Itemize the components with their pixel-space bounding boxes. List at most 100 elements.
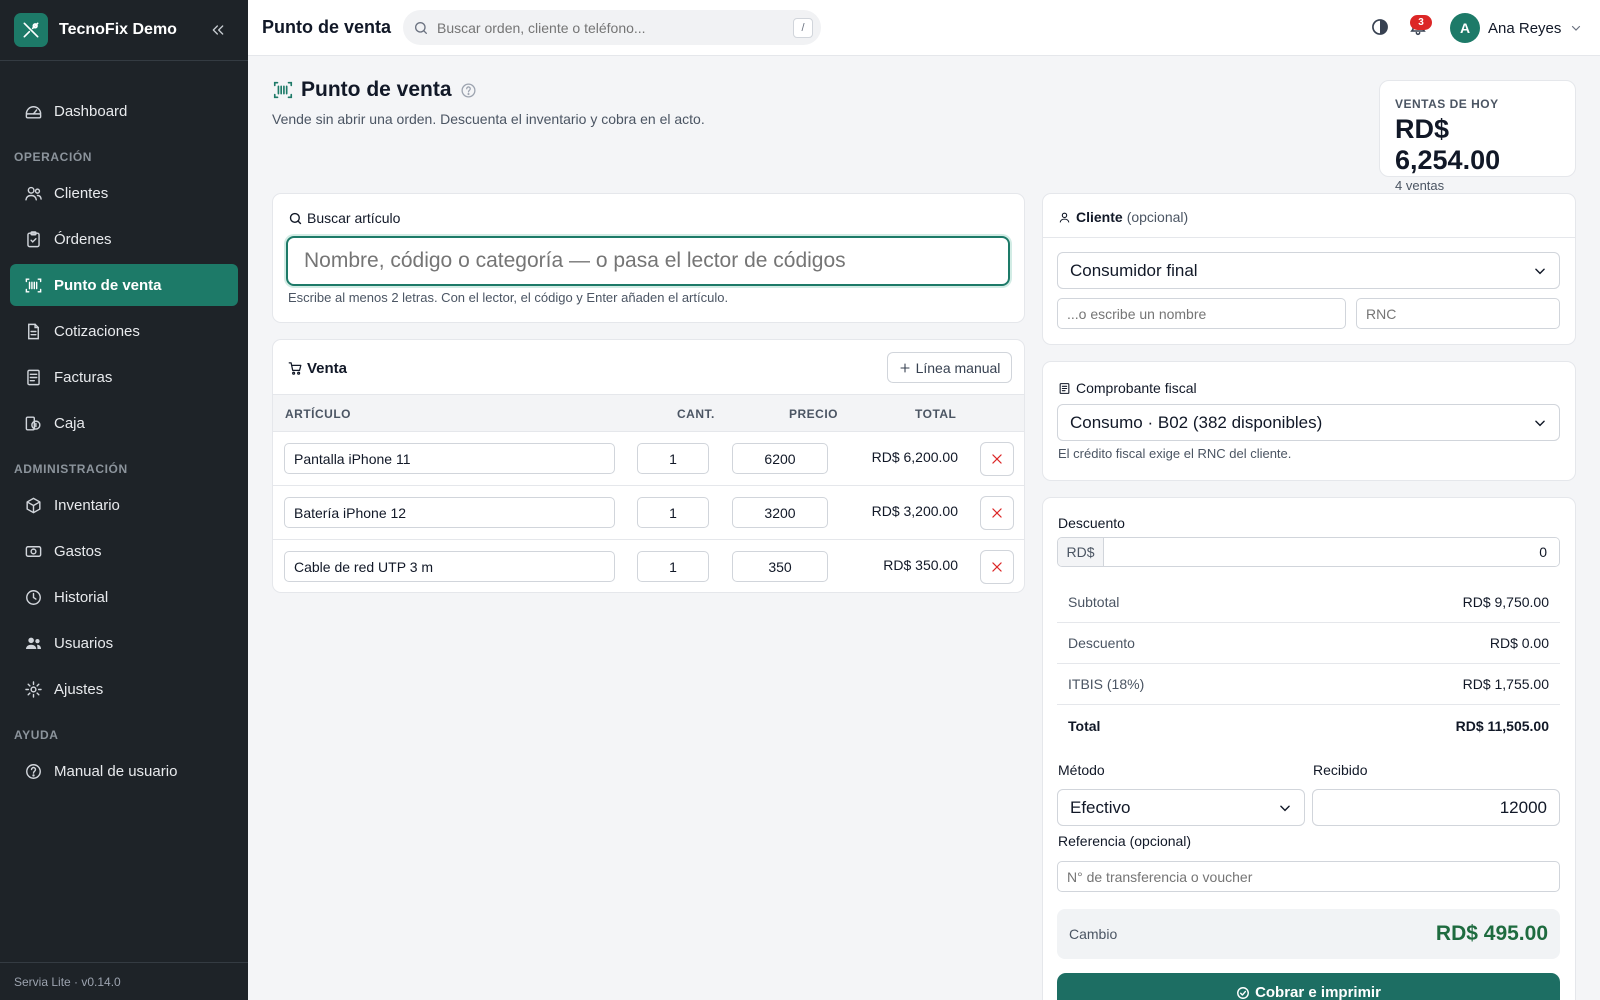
payment-card: Descuento RD$ Subtotal RD$ 9,750.00 Desc… (1042, 497, 1576, 1000)
sidebar-item-label: Manual de usuario (54, 762, 178, 780)
kpi-value: RD$ 6,254.00 (1395, 114, 1501, 175)
sidebar-item-caja[interactable]: Caja (10, 402, 238, 444)
add-manual-line-button[interactable]: Línea manual (887, 352, 1012, 383)
charge-and-print-label: Cobrar e imprimir (1255, 984, 1381, 1000)
clipboard-icon (23, 229, 43, 249)
client-select[interactable]: Consumidor final (1057, 252, 1560, 289)
sidebar-item-cotizaciones[interactable]: Cotizaciones (10, 310, 238, 352)
sale-header: Venta (288, 360, 347, 377)
client-card: Cliente (opcional) Consumidor final (1042, 193, 1576, 345)
sidebar-item-historial[interactable]: Historial (10, 576, 238, 618)
shortcut-hint: / (793, 18, 813, 38)
global-search[interactable]: / (403, 10, 821, 45)
search-icon (413, 20, 429, 36)
payment-method-select[interactable]: Efectivo (1057, 789, 1305, 826)
section-title-administracion: ADMINISTRACIÓN (14, 462, 128, 476)
banknote-icon (23, 541, 43, 561)
page-title: Punto de venta (301, 78, 452, 101)
users-icon (23, 183, 43, 203)
sale-card: Venta Línea manual ARTÍCULO CANT. PRECIO… (272, 339, 1025, 593)
user-menu[interactable]: A Ana Reyes (1450, 12, 1582, 44)
item-name-input[interactable] (284, 497, 615, 528)
collapse-sidebar-icon[interactable] (208, 20, 228, 40)
quantity-input[interactable] (637, 551, 709, 582)
close-icon (992, 562, 1002, 572)
document-icon (23, 321, 43, 341)
quantity-input[interactable] (637, 443, 709, 474)
reference-label: Referencia (opcional) (1058, 833, 1192, 849)
sidebar-item-manual[interactable]: Manual de usuario (10, 750, 238, 792)
fiscal-voucher-select[interactable]: Consumo · B02 (382 disponibles) (1057, 404, 1560, 441)
sidebar-item-label: Punto de venta (54, 276, 162, 294)
fiscal-hint: El crédito fiscal exige el RNC del clien… (1058, 446, 1292, 461)
sidebar-item-ordenes[interactable]: Órdenes (10, 218, 238, 260)
quantity-input[interactable] (637, 497, 709, 528)
sidebar-item-gastos[interactable]: Gastos (10, 530, 238, 572)
close-icon (992, 508, 1002, 518)
discount-field[interactable]: RD$ (1057, 537, 1560, 567)
sidebar-item-inventario[interactable]: Inventario (10, 484, 238, 526)
search-icon (288, 211, 303, 226)
article-search-field[interactable] (286, 236, 1010, 286)
section-title-operacion: OPERACIÓN (14, 150, 93, 164)
brand[interactable]: TecnoFix Demo (14, 13, 177, 47)
sidebar-item-label: Historial (54, 588, 109, 606)
check-circle-icon (1236, 986, 1250, 1000)
help-circle-icon (23, 761, 43, 781)
tax-value: RD$ 1,755.00 (1462, 676, 1549, 692)
charge-and-print-button[interactable]: Cobrar e imprimir (1057, 973, 1560, 1000)
sidebar-item-clientes[interactable]: Clientes (10, 172, 238, 214)
price-input[interactable] (732, 443, 828, 474)
summary-row-tax: ITBIS (18%) RD$ 1,755.00 (1057, 664, 1560, 705)
sale-table-header: ARTÍCULO CANT. PRECIO TOTAL (273, 394, 1024, 432)
user-icon (1058, 211, 1071, 224)
notification-badge: 3 (1410, 15, 1432, 30)
theme-toggle-icon[interactable] (1370, 17, 1390, 37)
price-input[interactable] (732, 497, 828, 528)
article-search-input[interactable] (304, 249, 1008, 273)
total-label: Total (1068, 717, 1101, 734)
currency-prefix: RD$ (1058, 538, 1104, 566)
avatar: A (1450, 13, 1480, 43)
article-search-label: Buscar artículo (288, 210, 400, 226)
totals-summary: Subtotal RD$ 9,750.00 Descuento RD$ 0.00… (1057, 582, 1560, 746)
sidebar-item-usuarios[interactable]: Usuarios (10, 622, 238, 664)
dashboard-icon (23, 101, 43, 121)
sidebar: TecnoFix Demo Dashboard OPERACIÓN Client… (0, 0, 248, 1000)
brand-name: TecnoFix Demo (59, 21, 177, 38)
sidebar-item-facturas[interactable]: Facturas (10, 356, 238, 398)
barcode-icon (23, 275, 43, 295)
received-amount-input[interactable] (1312, 789, 1560, 826)
fiscal-select-value: Consumo · B02 (382 disponibles) (1070, 412, 1323, 432)
price-input[interactable] (732, 551, 828, 582)
sidebar-item-ajustes[interactable]: Ajustes (10, 668, 238, 710)
subtotal-value: RD$ 9,750.00 (1462, 594, 1549, 610)
divider (1043, 237, 1575, 238)
add-manual-line-label: Línea manual (915, 359, 1001, 376)
fiscal-voucher-card: Comprobante fiscal Consumo · B02 (382 di… (1042, 361, 1576, 481)
item-name-input[interactable] (284, 551, 615, 582)
discount-input[interactable] (1104, 538, 1559, 566)
divider (0, 60, 248, 61)
client-select-value: Consumidor final (1070, 260, 1198, 280)
sidebar-item-label: Gastos (54, 542, 102, 560)
reference-input[interactable] (1057, 861, 1560, 892)
help-icon[interactable] (460, 82, 477, 99)
item-name-input[interactable] (284, 443, 615, 474)
remove-line-button[interactable] (980, 496, 1014, 530)
remove-line-button[interactable] (980, 442, 1014, 476)
remove-line-button[interactable] (980, 550, 1014, 584)
fiscal-header: Comprobante fiscal (1058, 380, 1197, 396)
client-name-input[interactable] (1057, 298, 1346, 329)
chevron-down-icon (1533, 264, 1547, 278)
user-group-icon (23, 633, 43, 653)
sidebar-item-punto-de-venta[interactable]: Punto de venta (10, 264, 238, 306)
change-box: Cambio RD$ 495.00 (1057, 909, 1560, 959)
sidebar-item-label: Órdenes (54, 230, 112, 248)
sidebar-item-dashboard[interactable]: Dashboard (10, 90, 238, 132)
rnc-input[interactable] (1356, 298, 1560, 329)
client-header: Cliente (opcional) (1058, 209, 1188, 225)
global-search-input[interactable] (437, 19, 821, 36)
receipt-icon (1058, 382, 1071, 395)
box-icon (23, 495, 43, 515)
